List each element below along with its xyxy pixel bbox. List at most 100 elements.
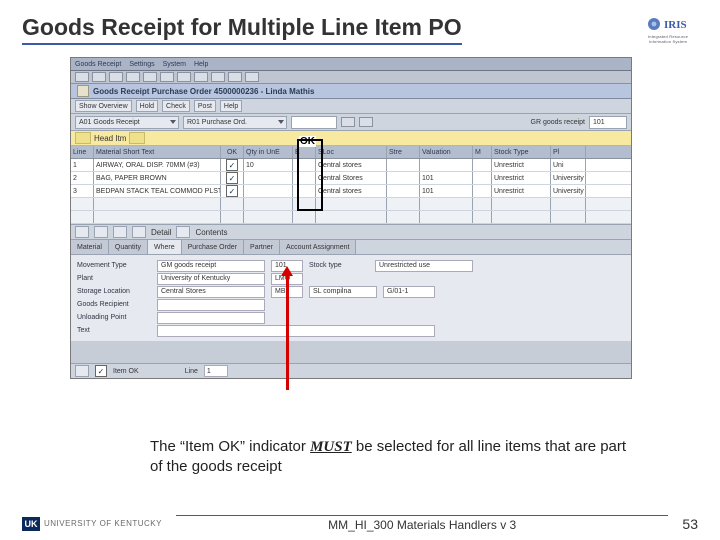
col-qty: Qty in UnE bbox=[244, 146, 293, 158]
detail-tabs: Material Quantity Where Purchase Order P… bbox=[71, 240, 631, 255]
unloading-label: Unloading Point bbox=[77, 314, 151, 321]
action-row: Show Overview Hold Check Post Help bbox=[71, 99, 631, 114]
tab-account-assignment[interactable]: Account Assignment bbox=[280, 240, 356, 254]
menu-item[interactable]: Settings bbox=[129, 61, 154, 68]
nav-icon[interactable] bbox=[75, 365, 89, 377]
check-button[interactable]: Check bbox=[162, 100, 190, 112]
icon-button[interactable] bbox=[113, 226, 127, 238]
sloc-grp-field[interactable]: G/01-1 bbox=[383, 286, 435, 298]
text-label: Text bbox=[77, 327, 151, 334]
line-label: Line bbox=[185, 368, 198, 375]
search-icon[interactable] bbox=[341, 117, 355, 127]
toolbar-button[interactable] bbox=[177, 72, 191, 82]
filter-row: A01 Goods Receipt R01 Purchase Ord. GR g… bbox=[71, 114, 631, 131]
toolbar-button[interactable] bbox=[92, 72, 106, 82]
svg-text:IRIS: IRIS bbox=[664, 19, 687, 31]
item-ok-checkbox[interactable] bbox=[226, 172, 238, 184]
uk-logo: UK UNIVERSITY OF KENTUCKY bbox=[22, 517, 162, 531]
text-field[interactable] bbox=[157, 325, 435, 337]
header-strip: Head Itm bbox=[71, 131, 631, 146]
item-ok-bottom-checkbox[interactable] bbox=[95, 365, 107, 377]
page-number: 53 bbox=[682, 516, 698, 532]
contents-label: Contents bbox=[195, 228, 227, 237]
stock-type-label: Stock type bbox=[309, 262, 369, 269]
stock-type-field[interactable]: Unrestricted use bbox=[375, 260, 473, 272]
toolbar bbox=[71, 71, 631, 84]
toolbar-button[interactable] bbox=[75, 72, 89, 82]
menu-item[interactable]: System bbox=[163, 61, 186, 68]
ok-callout-label: OK bbox=[299, 136, 316, 147]
icon-button[interactable] bbox=[94, 226, 108, 238]
icon-strip: Detail Contents bbox=[71, 224, 631, 240]
hold-button[interactable]: Hold bbox=[136, 100, 158, 112]
menu-item[interactable]: Help bbox=[194, 61, 208, 68]
show-overview-button[interactable]: Show Overview bbox=[75, 100, 132, 112]
tab-where[interactable]: Where bbox=[148, 240, 182, 254]
col-e: E bbox=[293, 146, 316, 158]
table-row[interactable]: 3 BEDPAN STACK TEAL COMMOD PLSTC Central… bbox=[71, 185, 631, 198]
unloading-field[interactable] bbox=[157, 312, 265, 324]
transaction-dropdown[interactable]: A01 Goods Receipt bbox=[75, 116, 179, 129]
footer-center: MM_HI_300 Materials Handlers v 3 bbox=[176, 515, 668, 532]
slide-title: Goods Receipt for Multiple Line Item PO bbox=[22, 14, 462, 45]
red-arrow-annotation bbox=[286, 275, 289, 390]
col-ok: OK bbox=[221, 146, 244, 158]
document-icon bbox=[77, 85, 89, 97]
where-form: Movement TypeGM goods receipt101Stock ty… bbox=[71, 255, 631, 341]
toolbar-button[interactable] bbox=[109, 72, 123, 82]
window-title-bar: Goods Receipt Purchase Order 4500000236 … bbox=[71, 84, 631, 99]
detail-label: Detail bbox=[151, 228, 171, 237]
menu-item[interactable]: Goods Receipt bbox=[75, 61, 121, 68]
col-pl: Pl bbox=[551, 146, 586, 158]
tab-purchase-order[interactable]: Purchase Order bbox=[182, 240, 244, 254]
toolbar-button[interactable] bbox=[194, 72, 208, 82]
post-button[interactable]: Post bbox=[194, 100, 216, 112]
col-material: Material Short Text bbox=[94, 146, 221, 158]
item-ok-label: Item OK bbox=[113, 368, 139, 375]
icon-button[interactable] bbox=[176, 226, 190, 238]
tab-partner[interactable]: Partner bbox=[244, 240, 280, 254]
table-row bbox=[71, 198, 631, 211]
item-ok-checkbox[interactable] bbox=[226, 159, 238, 171]
header-button[interactable] bbox=[129, 132, 145, 144]
line-field[interactable]: 1 bbox=[204, 365, 228, 377]
plant-label: Plant bbox=[77, 275, 151, 282]
header-button[interactable] bbox=[75, 132, 91, 144]
col-val: Valuation bbox=[420, 146, 473, 158]
col-sloc: SLoc bbox=[316, 146, 387, 158]
col-line: Line bbox=[71, 146, 94, 158]
item-bottom-bar: Item OK Line 1 bbox=[71, 363, 631, 378]
plant-field[interactable]: University of Kentucky bbox=[157, 273, 265, 285]
item-ok-checkbox[interactable] bbox=[226, 185, 238, 197]
col-stock-type: Stock Type bbox=[492, 146, 551, 158]
menu-bar: Goods Receipt Settings System Help bbox=[71, 58, 631, 71]
col-m: M bbox=[473, 146, 492, 158]
table-row[interactable]: 2 BAG, PAPER BROWN Central Stores 101 Un… bbox=[71, 172, 631, 185]
toolbar-button[interactable] bbox=[228, 72, 242, 82]
toolbar-button[interactable] bbox=[160, 72, 174, 82]
toolbar-button[interactable] bbox=[126, 72, 140, 82]
toolbar-button[interactable] bbox=[143, 72, 157, 82]
icon-button[interactable] bbox=[75, 226, 89, 238]
table-row[interactable]: 1 AIRWAY, ORAL DISP. 70MM (#3) 10 Centra… bbox=[71, 159, 631, 172]
tab-quantity[interactable]: Quantity bbox=[109, 240, 148, 254]
caption-text: The “Item OK” indicator MUST be selected… bbox=[150, 437, 640, 478]
line-items-table: Line Material Short Text OK Qty in UnE E… bbox=[71, 146, 631, 224]
sap-window: Goods Receipt Settings System Help Goods… bbox=[70, 57, 632, 379]
execute-icon[interactable] bbox=[359, 117, 373, 127]
tab-material[interactable]: Material bbox=[71, 240, 109, 254]
delete-icon[interactable] bbox=[132, 226, 146, 238]
movement-type-field[interactable]: GM goods receipt bbox=[157, 260, 265, 272]
gr-code-field[interactable]: 101 bbox=[589, 116, 627, 129]
iris-logo: IRIS Integrated Resource Information Sys… bbox=[638, 14, 698, 44]
help-button[interactable]: Help bbox=[220, 100, 242, 112]
goods-recipient-field[interactable] bbox=[157, 299, 265, 311]
toolbar-button[interactable] bbox=[245, 72, 259, 82]
sloc-cls-field[interactable]: SL compilna bbox=[309, 286, 377, 298]
reference-dropdown[interactable]: R01 Purchase Ord. bbox=[183, 116, 287, 129]
movement-type-label: Movement Type bbox=[77, 262, 151, 269]
gr-label: GR goods receipt bbox=[531, 119, 585, 126]
sloc-field[interactable]: Central Stores bbox=[157, 286, 265, 298]
toolbar-button[interactable] bbox=[211, 72, 225, 82]
po-field[interactable] bbox=[291, 116, 337, 129]
